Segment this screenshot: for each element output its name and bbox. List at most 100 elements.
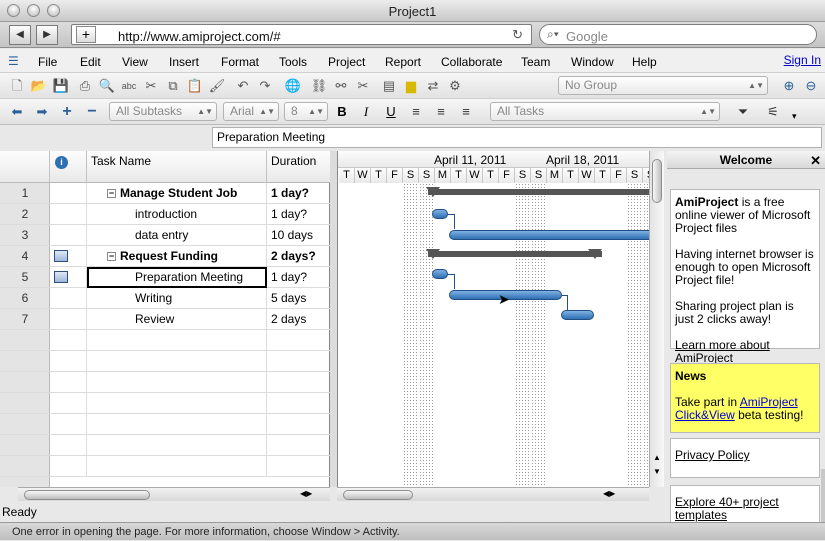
table-row[interactable] xyxy=(0,435,330,456)
task-name-cell[interactable] xyxy=(87,372,267,393)
table-row[interactable] xyxy=(0,330,330,351)
indicator-cell[interactable] xyxy=(50,456,87,477)
indicator-cell[interactable] xyxy=(50,204,87,225)
show-subtasks-icon[interactable]: + xyxy=(58,103,76,121)
spelling-icon[interactable]: abc xyxy=(120,77,138,95)
duration-cell[interactable] xyxy=(267,393,330,414)
table-row[interactable]: 4− Request Funding 2 days? xyxy=(0,246,330,267)
duration-cell[interactable] xyxy=(267,414,330,435)
scroll-up-icon[interactable]: ▲ xyxy=(653,453,661,462)
header-corner[interactable] xyxy=(0,151,50,183)
outdent-icon[interactable]: ⬅ xyxy=(8,103,26,121)
sign-in-link[interactable]: Sign In xyxy=(784,53,821,67)
indicator-cell[interactable] xyxy=(50,372,87,393)
row-number[interactable] xyxy=(0,330,50,351)
align-left-icon[interactable]: ≡ xyxy=(407,103,425,121)
group-combo[interactable]: No Group ▲▼ xyxy=(558,76,768,95)
table-row[interactable] xyxy=(0,414,330,435)
vertical-scrollbar[interactable]: ▲ ▼ xyxy=(649,151,664,487)
table-row[interactable] xyxy=(0,372,330,393)
unlink-tasks-icon[interactable]: ⚯ xyxy=(332,77,350,95)
duration-cell[interactable]: 2 days xyxy=(267,309,330,330)
entry-field[interactable]: Preparation Meeting xyxy=(212,127,822,148)
row-number[interactable] xyxy=(0,435,50,456)
table-row[interactable]: 7 Review 2 days xyxy=(0,309,330,330)
table-row[interactable]: 2 introduction 1 day? xyxy=(0,204,330,225)
row-number[interactable]: 6 xyxy=(0,288,50,309)
zoom-in-icon[interactable]: ⊕ xyxy=(780,77,798,95)
table-row[interactable] xyxy=(0,456,330,477)
row-number[interactable] xyxy=(0,351,50,372)
privacy-policy-link[interactable]: Privacy Policy xyxy=(675,449,815,462)
reload-icon[interactable]: ↻ xyxy=(512,27,523,43)
menu-window[interactable]: Window xyxy=(571,55,614,69)
table-row[interactable]: 1− Manage Student Job 1 day? xyxy=(0,183,330,204)
task-name-cell[interactable] xyxy=(87,351,267,372)
task-name-cell[interactable]: data entry xyxy=(87,225,267,246)
print-preview-icon[interactable]: 🔍 xyxy=(98,77,116,95)
duration-cell[interactable] xyxy=(267,351,330,372)
scrollbar-thumb[interactable] xyxy=(24,490,150,500)
menu-report[interactable]: Report xyxy=(385,55,421,69)
row-number[interactable] xyxy=(0,393,50,414)
menu-insert[interactable]: Insert xyxy=(169,55,199,69)
header-task-name[interactable]: Task Name xyxy=(87,151,267,183)
back-button[interactable]: ◀ xyxy=(9,25,31,45)
table-row[interactable] xyxy=(0,351,330,372)
task-name-cell[interactable]: Preparation Meeting xyxy=(87,267,267,288)
duration-cell[interactable] xyxy=(267,456,330,477)
open-icon[interactable]: 📂 xyxy=(30,77,48,95)
task-bar-introduction[interactable] xyxy=(432,209,448,219)
duration-cell[interactable]: 5 days xyxy=(267,288,330,309)
menu-collaborate[interactable]: Collaborate xyxy=(441,55,502,69)
row-number[interactable]: 4 xyxy=(0,246,50,267)
hide-subtasks-icon[interactable]: − xyxy=(83,103,101,121)
address-bar[interactable]: + http://www.amiproject.com/# ↻ xyxy=(71,24,532,45)
duration-cell[interactable]: 2 days? xyxy=(267,246,330,267)
menu-format[interactable]: Format xyxy=(221,55,259,69)
explore-templates-link[interactable]: Explore 40+ project templates xyxy=(675,496,815,522)
task-info-icon[interactable]: ▤ xyxy=(380,77,398,95)
row-number[interactable] xyxy=(0,456,50,477)
redo-icon[interactable]: ↷ xyxy=(256,77,274,95)
summary-bar-request-funding[interactable] xyxy=(428,251,602,257)
table-row[interactable] xyxy=(0,393,330,414)
undo-icon[interactable]: ↶ xyxy=(234,77,252,95)
panel-scrollbar[interactable] xyxy=(821,469,825,527)
indicator-cell[interactable] xyxy=(50,309,87,330)
indicator-cell[interactable] xyxy=(50,351,87,372)
format-painter-icon[interactable]: 🖌 xyxy=(208,77,226,95)
gantt-wizard-icon[interactable]: ⚟ xyxy=(764,103,782,121)
indicator-cell[interactable] xyxy=(50,288,87,309)
zoom-out-icon[interactable]: ⊖ xyxy=(802,77,820,95)
toolbar-options-icon[interactable]: ▾ xyxy=(792,111,797,122)
task-name-cell[interactable]: introduction xyxy=(87,204,267,225)
font-combo[interactable]: Arial ▲▼ xyxy=(223,102,279,121)
table-row[interactable]: 6 Writing 5 days xyxy=(0,288,330,309)
learn-more-link[interactable]: Learn more about AmiProject xyxy=(675,339,815,365)
grid-horizontal-scrollbar[interactable]: ◀▶ xyxy=(18,487,330,501)
table-row[interactable]: 3 data entry 10 days xyxy=(0,225,330,246)
table-row[interactable]: 5 Preparation Meeting 1 day? xyxy=(0,267,330,288)
task-name-cell[interactable] xyxy=(87,414,267,435)
task-name-cell[interactable]: − Manage Student Job xyxy=(87,183,267,204)
indicator-cell[interactable] xyxy=(50,330,87,351)
task-name-cell[interactable]: Review xyxy=(87,309,267,330)
scroll-left-icon[interactable]: ◀▶ xyxy=(603,489,615,498)
menu-file[interactable]: File xyxy=(38,55,57,69)
menu-team[interactable]: Team xyxy=(521,55,550,69)
task-notes-icon[interactable]: ▆ xyxy=(402,77,420,95)
font-size-combo[interactable]: 8 ▲▼ xyxy=(284,102,328,121)
task-bar-preparation-meeting[interactable] xyxy=(432,269,448,279)
task-name-cell[interactable]: Writing xyxy=(87,288,267,309)
link-tasks-icon[interactable]: ⛓ xyxy=(310,77,328,95)
header-duration[interactable]: Duration xyxy=(267,151,330,183)
row-number[interactable]: 2 xyxy=(0,204,50,225)
menu-view[interactable]: View xyxy=(122,55,148,69)
autofilter-icon[interactable]: ⏷ xyxy=(734,103,752,121)
split-task-icon[interactable]: ✂ xyxy=(354,77,372,95)
search-field[interactable]: ⌕▾ Google xyxy=(539,24,817,45)
close-icon[interactable]: ✕ xyxy=(810,152,821,170)
align-right-icon[interactable]: ≡ xyxy=(457,103,475,121)
bold-button[interactable]: B xyxy=(333,103,351,121)
